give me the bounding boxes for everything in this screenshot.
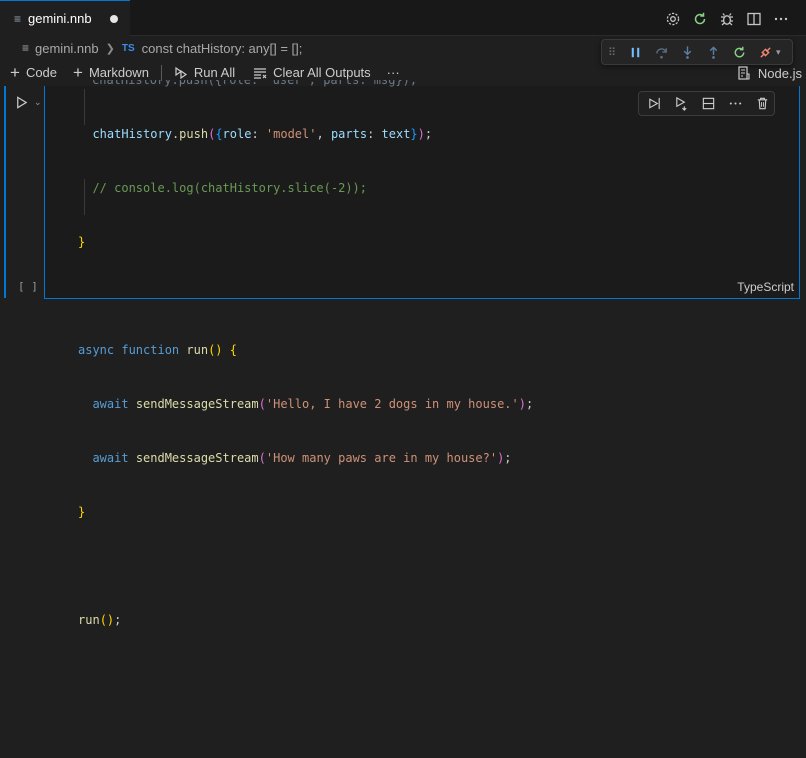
code-line: await sendMessageStream('How many paws a… [92, 451, 512, 465]
toolbar-divider [160, 64, 162, 81]
add-markdown-cell-button[interactable]: + Markdown [73, 64, 149, 81]
cell-language-picker[interactable]: TypeScript [737, 280, 794, 294]
clear-all-outputs-button[interactable]: Clear All Outputs [251, 64, 371, 82]
clipped-code-line: chatHistory.push({role: 'user', parts: m… [92, 80, 418, 87]
run-all-label: Run All [193, 65, 236, 80]
editor-actions [664, 10, 790, 28]
code-line: async function run() { [78, 343, 237, 357]
cell-execute-area: ⌄ [12, 93, 42, 111]
step-out-icon[interactable] [704, 43, 722, 61]
toolbar-more-button[interactable]: ··· [387, 65, 400, 80]
run-all-button[interactable]: Run All [172, 64, 235, 82]
disconnect-icon[interactable] [756, 43, 774, 61]
plus-icon: + [10, 63, 20, 82]
typescript-icon: TS [121, 42, 135, 54]
plus-icon: + [73, 63, 83, 82]
drag-grip-icon[interactable]: ⠿ [608, 46, 618, 59]
tab-bar: ≡ gemini.nnb [0, 0, 806, 36]
notebook-icon: ≡ [14, 11, 22, 26]
split-editor-icon[interactable] [745, 10, 763, 28]
clear-all-outputs-label: Clear All Outputs [273, 65, 371, 80]
add-code-label: Code [25, 65, 58, 80]
code-content[interactable]: chatHistory.push({role: 'model', parts: … [78, 89, 533, 647]
tab-gemini-nnb[interactable]: ≡ gemini.nnb [0, 0, 130, 36]
more-icon[interactable] [772, 10, 790, 28]
code-line: } [78, 505, 86, 519]
clear-all-icon [251, 64, 269, 82]
code-line: // console.log(chatHistory.slice(-2)); [92, 181, 367, 195]
add-code-cell-button[interactable]: + Code [10, 64, 57, 81]
execution-count: [ ] [18, 280, 38, 293]
breadcrumb-symbol[interactable]: const chatHistory: any[] = []; [142, 41, 303, 56]
code-line: } [78, 235, 86, 249]
chevron-down-icon[interactable]: ▾ [776, 47, 781, 58]
execute-cell-button[interactable] [12, 93, 30, 111]
step-into-icon[interactable] [678, 43, 696, 61]
kernel-icon [735, 64, 753, 82]
run-all-icon [172, 64, 190, 82]
delete-icon[interactable] [753, 95, 771, 113]
tab-label: gemini.nnb [28, 11, 92, 26]
code-line: await sendMessageStream('Hello, I have 2… [92, 397, 534, 411]
kernel-picker[interactable]: Node.js [735, 64, 802, 82]
add-markdown-label: Markdown [88, 65, 149, 80]
cell-toolbar [638, 91, 775, 116]
more-icon[interactable] [726, 95, 744, 113]
code-line: chatHistory.push({role: 'model', parts: … [92, 127, 433, 141]
chevron-right-icon: ❯ [105, 42, 115, 55]
gear-icon[interactable] [664, 10, 682, 28]
code-line: run(); [78, 613, 122, 627]
more-icon: ··· [386, 65, 400, 80]
kernel-label: Node.js [757, 65, 802, 81]
restart-icon[interactable] [691, 10, 709, 28]
execute-above-icon[interactable] [645, 95, 663, 113]
bug-icon[interactable] [718, 10, 736, 28]
execute-below-icon[interactable] [672, 95, 690, 113]
unsaved-dot-icon[interactable] [110, 15, 118, 23]
notebook-icon: ≡ [22, 41, 30, 55]
step-over-icon[interactable] [652, 43, 670, 61]
cell-focus-indicator [4, 86, 6, 298]
restart-icon[interactable] [730, 43, 748, 61]
pause-icon[interactable] [626, 43, 644, 61]
split-cell-icon[interactable] [699, 95, 717, 113]
breadcrumb-file[interactable]: gemini.nnb [35, 41, 99, 56]
chevron-down-icon[interactable]: ⌄ [34, 97, 42, 108]
